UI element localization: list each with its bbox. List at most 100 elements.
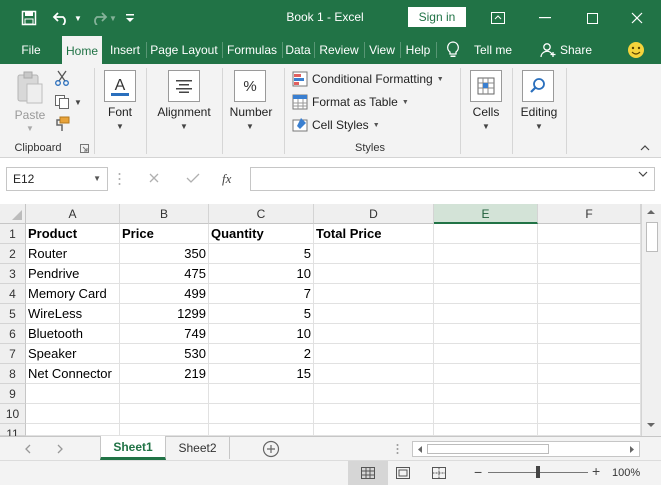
row-header[interactable]: 3 — [0, 264, 26, 284]
zoom-in-icon[interactable]: + — [592, 464, 600, 478]
minimize-icon[interactable] — [523, 0, 567, 36]
cell-b7[interactable]: 530 — [120, 344, 209, 364]
cell-e1[interactable] — [434, 224, 538, 244]
scroll-down-icon[interactable] — [646, 422, 656, 429]
tell-me-search[interactable]: Tell me — [468, 36, 518, 64]
cell-e9[interactable] — [434, 384, 538, 404]
format-as-table-button[interactable]: Format as Table ▼ — [292, 92, 409, 112]
next-sheet-icon[interactable] — [56, 444, 64, 454]
row-header[interactable]: 1 — [0, 224, 26, 244]
cell-f8[interactable] — [538, 364, 641, 384]
copy-dropdown-icon[interactable]: ▼ — [74, 98, 82, 107]
collapse-ribbon-icon[interactable] — [640, 144, 652, 154]
scroll-right-icon[interactable] — [629, 445, 636, 454]
number-button[interactable]: Number — [226, 105, 276, 119]
cells-button[interactable]: Cells — [466, 105, 506, 119]
cell-c11[interactable] — [209, 424, 314, 436]
tab-help[interactable]: Help — [402, 36, 434, 64]
cell-e10[interactable] — [434, 404, 538, 424]
cell-c7[interactable]: 2 — [209, 344, 314, 364]
cell-f6[interactable] — [538, 324, 641, 344]
tab-formulas[interactable]: Formulas — [224, 36, 280, 64]
cell-a10[interactable] — [26, 404, 120, 424]
cell-d5[interactable] — [314, 304, 434, 324]
zoom-slider-thumb[interactable] — [536, 466, 540, 478]
cell-c5[interactable]: 5 — [209, 304, 314, 324]
cell-c1[interactable]: Quantity — [209, 224, 314, 244]
zoom-level[interactable]: 100% — [612, 467, 640, 479]
cell-e7[interactable] — [434, 344, 538, 364]
clipboard-launcher-icon[interactable] — [80, 144, 90, 154]
cut-icon[interactable] — [54, 70, 70, 86]
cell-d3[interactable] — [314, 264, 434, 284]
cell-e6[interactable] — [434, 324, 538, 344]
select-all-corner[interactable] — [0, 204, 26, 224]
tab-page-layout[interactable]: Page Layout — [148, 36, 220, 64]
paste-button[interactable]: Paste — [10, 108, 50, 122]
row-header[interactable]: 5 — [0, 304, 26, 324]
cell-b10[interactable] — [120, 404, 209, 424]
insert-function-button[interactable]: fx — [222, 171, 238, 187]
row-header[interactable]: 4 — [0, 284, 26, 304]
name-box-dropdown-icon[interactable]: ▼ — [93, 168, 101, 190]
column-header-b[interactable]: B — [120, 204, 209, 224]
sheet-tab-sheet2[interactable]: Sheet2 — [166, 437, 230, 459]
page-layout-view-icon[interactable] — [396, 467, 410, 479]
cell-a7[interactable]: Speaker — [26, 344, 120, 364]
column-header-a[interactable]: A — [26, 204, 120, 224]
vertical-scrollbar[interactable] — [641, 204, 661, 436]
undo-icon[interactable] — [48, 0, 74, 36]
normal-view-icon[interactable] — [348, 461, 388, 485]
undo-dropdown-icon[interactable]: ▼ — [72, 0, 84, 36]
row-header[interactable]: 8 — [0, 364, 26, 384]
cell-a11[interactable] — [26, 424, 120, 436]
cell-f7[interactable] — [538, 344, 641, 364]
font-button[interactable]: Font — [96, 105, 144, 119]
cell-a9[interactable] — [26, 384, 120, 404]
cell-a2[interactable]: Router — [26, 244, 120, 264]
cell-f3[interactable] — [538, 264, 641, 284]
maximize-icon[interactable] — [570, 0, 614, 36]
tab-home[interactable]: Home — [62, 36, 102, 64]
cell-c4[interactable]: 7 — [209, 284, 314, 304]
editing-button[interactable]: Editing — [516, 105, 562, 119]
cell-e8[interactable] — [434, 364, 538, 384]
row-header[interactable]: 7 — [0, 344, 26, 364]
lightbulb-icon[interactable] — [442, 36, 464, 64]
tab-file[interactable]: File — [14, 36, 48, 64]
cell-b11[interactable] — [120, 424, 209, 436]
cell-d9[interactable] — [314, 384, 434, 404]
page-break-view-icon[interactable] — [432, 467, 446, 479]
cell-a8[interactable]: Net Connector — [26, 364, 120, 384]
cell-f2[interactable] — [538, 244, 641, 264]
cell-a1[interactable]: Product — [26, 224, 120, 244]
cell-c3[interactable]: 10 — [209, 264, 314, 284]
cell-c2[interactable]: 5 — [209, 244, 314, 264]
cell-b2[interactable]: 350 — [120, 244, 209, 264]
cell-b8[interactable]: 219 — [120, 364, 209, 384]
cell-b9[interactable] — [120, 384, 209, 404]
row-header[interactable]: 10 — [0, 404, 26, 424]
cell-e3[interactable] — [434, 264, 538, 284]
ribbon-display-options-icon[interactable] — [476, 0, 520, 36]
cell-d6[interactable] — [314, 324, 434, 344]
vertical-scroll-thumb[interactable] — [646, 222, 658, 252]
cell-d10[interactable] — [314, 404, 434, 424]
row-header[interactable]: 9 — [0, 384, 26, 404]
cell-a3[interactable]: Pendrive — [26, 264, 120, 284]
copy-icon[interactable] — [54, 94, 70, 110]
cell-f5[interactable] — [538, 304, 641, 324]
zoom-out-icon[interactable]: − — [474, 465, 482, 479]
cell-a4[interactable]: Memory Card — [26, 284, 120, 304]
row-header[interactable]: 6 — [0, 324, 26, 344]
cell-d11[interactable] — [314, 424, 434, 436]
column-header-e[interactable]: E — [434, 204, 538, 224]
cell-d4[interactable] — [314, 284, 434, 304]
tab-split-grip-icon[interactable] — [396, 443, 400, 455]
cell-f10[interactable] — [538, 404, 641, 424]
column-header-c[interactable]: C — [209, 204, 314, 224]
sheet-tab-sheet1[interactable]: Sheet1 — [100, 436, 166, 460]
cell-c8[interactable]: 15 — [209, 364, 314, 384]
horizontal-scroll-thumb[interactable] — [427, 444, 549, 454]
cell-a6[interactable]: Bluetooth — [26, 324, 120, 344]
